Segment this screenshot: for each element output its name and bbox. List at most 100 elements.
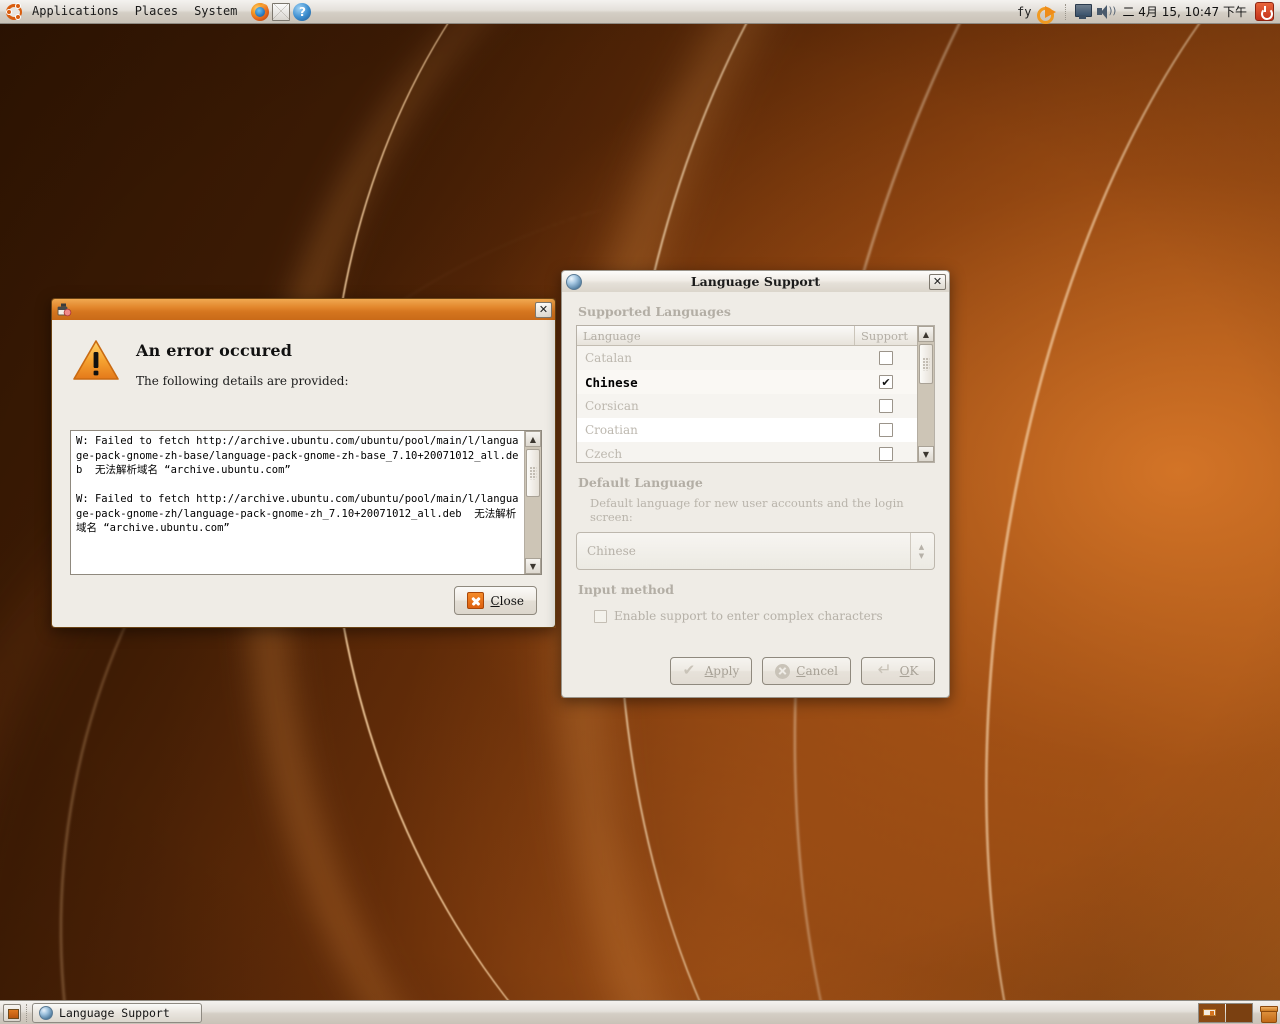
apply-check-icon [683, 661, 699, 679]
table-row[interactable]: Czech [577, 442, 917, 462]
bottom-panel: Language Support [0, 1000, 1280, 1024]
ok-button-label: OK [899, 664, 919, 678]
language-support-body: Supported Languages Language Support Cat… [561, 292, 950, 698]
supported-languages-list[interactable]: Language Support Catalan Chinese Corsica… [576, 325, 935, 463]
error-dialog-body: An error occured The following details a… [51, 320, 556, 628]
apply-button[interactable]: Apply [669, 657, 753, 685]
language-support-window[interactable]: Language Support ✕ Supported Languages L… [561, 270, 950, 698]
input-method-checkbox-row[interactable]: Enable support to enter complex characte… [576, 603, 935, 623]
close-x-icon [467, 592, 485, 609]
error-details-textarea[interactable]: W: Failed to fetch http://archive.ubuntu… [70, 430, 542, 575]
input-method-status-label[interactable]: fy [1015, 5, 1033, 19]
spinner-arrows-icon[interactable]: ▲ ▼ [910, 533, 932, 569]
table-row[interactable]: Chinese [577, 370, 917, 394]
workspace-window-thumb [1203, 1008, 1216, 1016]
ubuntu-logo-icon[interactable] [5, 2, 23, 21]
default-language-description: Default language for new user accounts a… [590, 496, 904, 524]
menu-system[interactable]: System [187, 1, 244, 22]
evolution-mail-icon[interactable] [272, 2, 291, 21]
language-list-scrollbar[interactable]: ▲ ▼ [917, 326, 934, 462]
panel-launchers: ? [251, 2, 312, 21]
support-checkbox[interactable] [879, 447, 893, 461]
close-button-mnemonic: C [490, 593, 500, 608]
trash-icon[interactable] [1259, 1004, 1278, 1023]
row-support-cell[interactable] [855, 375, 917, 389]
scrollbar-thumb[interactable] [919, 344, 933, 384]
panel-separator [26, 1003, 27, 1022]
scroll-up-icon[interactable]: ▲ [525, 431, 541, 447]
apply-button-label: Apply [704, 664, 740, 678]
close-button-label: Close [490, 594, 524, 608]
row-support-cell[interactable] [855, 399, 917, 413]
workspace-1[interactable] [1199, 1003, 1225, 1022]
clock-applet[interactable]: 二 4月 15, 10:47 下午 [1118, 3, 1251, 20]
error-dialog-window[interactable]: ✕ An error occured The following details… [51, 298, 556, 628]
scrollbar-track[interactable] [525, 447, 541, 558]
row-language: Chinese [585, 374, 638, 390]
support-checkbox[interactable] [879, 375, 893, 389]
network-monitor-icon[interactable] [1074, 3, 1093, 20]
column-header-language[interactable]: Language [577, 326, 855, 345]
scroll-up-icon[interactable]: ▲ [918, 326, 934, 342]
scrollbar-thumb[interactable] [526, 449, 540, 497]
error-details-text: W: Failed to fetch http://archive.ubuntu… [76, 435, 519, 534]
taskbar-item-language-support[interactable]: Language Support [32, 1002, 202, 1023]
row-support-cell[interactable] [855, 351, 917, 365]
close-button[interactable]: Close [454, 586, 537, 615]
table-row[interactable]: Catalan [577, 346, 917, 370]
firefox-icon[interactable] [251, 2, 270, 21]
row-language: Croatian [585, 423, 638, 437]
workspace-2[interactable] [1226, 1003, 1252, 1022]
taskbar-item-label: Language Support [59, 1005, 170, 1020]
scrollbar-track[interactable] [918, 342, 934, 446]
menu-applications[interactable]: Applications [25, 1, 126, 22]
apply-mnemonic: A [704, 664, 714, 678]
row-language: Corsican [585, 399, 639, 413]
default-language-heading: Default Language [578, 475, 703, 490]
close-icon[interactable]: ✕ [929, 273, 946, 290]
cancel-icon [775, 663, 791, 679]
workspace-switcher[interactable] [1198, 1002, 1253, 1023]
column-header-support[interactable]: Support [855, 326, 917, 345]
enable-complex-input-checkbox[interactable] [594, 609, 607, 623]
row-support-cell[interactable] [855, 423, 917, 437]
language-support-titlebar[interactable]: Language Support ✕ [561, 270, 950, 292]
supported-languages-heading: Supported Languages [578, 304, 731, 319]
support-checkbox[interactable] [879, 423, 893, 437]
tray-separator [1065, 3, 1067, 20]
error-details-scrollbar[interactable]: ▲ ▼ [524, 431, 541, 574]
show-desktop-icon[interactable] [3, 1003, 21, 1022]
shutdown-icon[interactable] [1255, 2, 1274, 21]
warning-triangle-icon [72, 338, 120, 382]
row-support-cell[interactable] [855, 447, 917, 461]
scroll-down-icon[interactable]: ▼ [918, 446, 934, 462]
ok-button[interactable]: OK [861, 657, 935, 685]
volume-waves-icon: )) [1108, 5, 1117, 17]
language-support-title: Language Support [690, 274, 821, 289]
list-body: Language Support Catalan Chinese Corsica… [577, 326, 917, 462]
ok-enter-icon [878, 660, 894, 680]
cancel-button[interactable]: Cancel [762, 657, 851, 685]
package-manager-icon [56, 302, 72, 318]
close-button-rest: lose [499, 593, 524, 608]
scroll-down-icon[interactable]: ▼ [525, 558, 541, 574]
scim-input-method-icon[interactable] [1037, 4, 1057, 24]
support-checkbox[interactable] [879, 351, 893, 365]
cancel-button-label: Cancel [796, 664, 838, 678]
top-panel: Applications Places System ? fy )) 二 4月 … [0, 0, 1280, 24]
close-icon[interactable]: ✕ [535, 301, 552, 318]
default-language-select[interactable]: Chinese ▲ ▼ [576, 532, 935, 570]
table-row[interactable]: Croatian [577, 418, 917, 442]
volume-speaker-icon[interactable]: )) [1096, 4, 1117, 20]
enable-complex-input-label: Enable support to enter complex characte… [614, 609, 883, 623]
language-support-footer: Apply Cancel OK [576, 657, 935, 685]
error-subheading: The following details are provided: [136, 374, 349, 388]
menu-places[interactable]: Places [128, 1, 185, 22]
table-row[interactable]: Corsican [577, 394, 917, 418]
globe-icon [39, 1005, 53, 1020]
error-dialog-titlebar[interactable]: ✕ [51, 298, 556, 320]
help-icon[interactable]: ? [293, 2, 312, 21]
support-checkbox[interactable] [879, 399, 893, 413]
row-language: Czech [585, 447, 623, 461]
globe-icon [566, 273, 582, 290]
